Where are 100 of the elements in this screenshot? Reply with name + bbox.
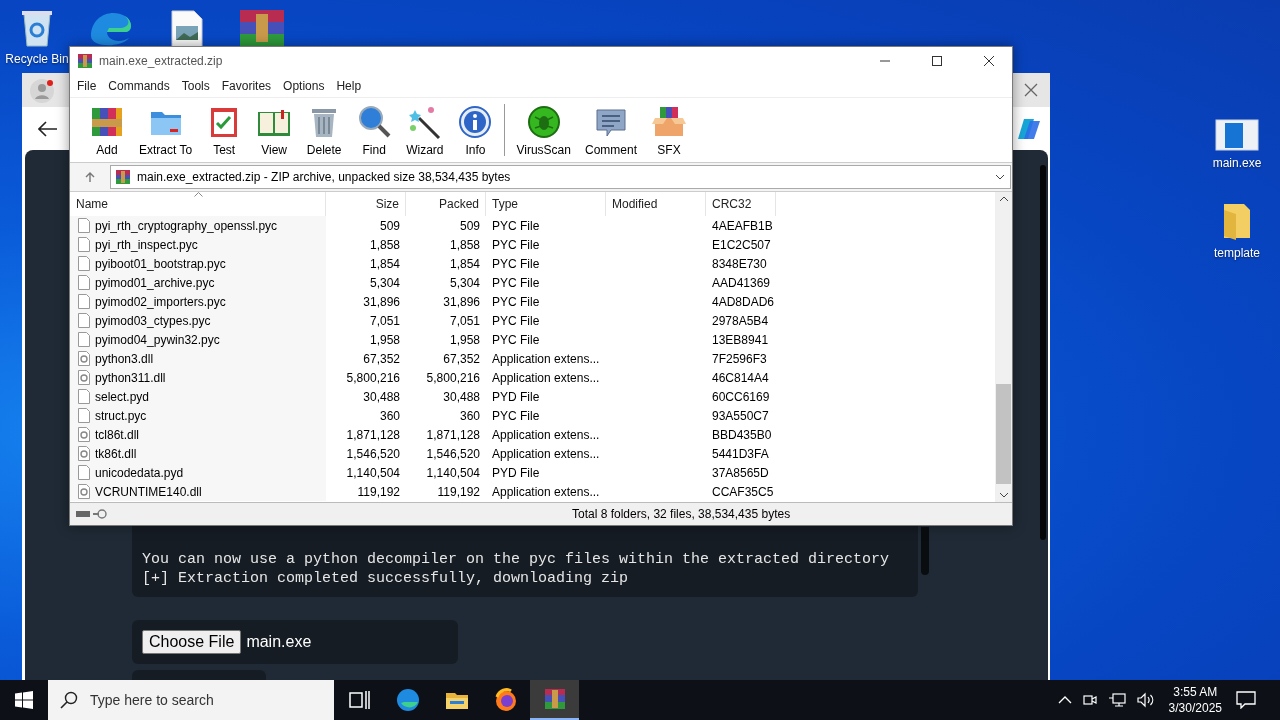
scrollbar[interactable]: [1040, 165, 1046, 540]
table-cell-text: 60CC6169: [711, 388, 771, 406]
copilot-icon[interactable]: [1016, 116, 1042, 141]
scrollbar[interactable]: [995, 192, 1012, 502]
taskbar-app-button[interactable]: [530, 680, 579, 720]
chevron-up-icon[interactable]: [1057, 695, 1072, 705]
table-cell-text: 509: [378, 217, 401, 235]
column-header[interactable]: CRC32: [706, 192, 776, 216]
info-icon: [457, 103, 494, 140]
table-cell-text: PYC File: [491, 312, 541, 330]
file-name[interactable]: tk86t.dll: [95, 446, 137, 461]
table-cell-text: PYD File: [491, 464, 541, 482]
table-cell-text: BBD435B0: [711, 426, 773, 444]
scrollbar[interactable]: [921, 527, 929, 575]
toolbar-button[interactable]: SFX: [644, 103, 694, 157]
table-cell-text: 46C814A4: [711, 369, 770, 387]
table-cell-text: 1,871,128: [425, 426, 481, 444]
toolbar-button[interactable]: View: [249, 103, 300, 157]
avatar-icon[interactable]: [29, 78, 55, 104]
table-cell-text: 1,958: [368, 331, 401, 349]
column-header[interactable]: Packed: [406, 192, 486, 216]
up-arrow-icon[interactable]: [84, 171, 96, 183]
table-cell-text: 1,958: [448, 331, 481, 349]
toolbar-button[interactable]: VirusScan: [509, 103, 578, 157]
menu-item[interactable]: Favorites: [221, 79, 272, 93]
table-cell-text: 1,140,504: [425, 464, 481, 482]
table-cell-text: PYC File: [491, 331, 541, 349]
table-cell-text: 1,858: [448, 236, 481, 254]
search-field[interactable]: Type here to search: [48, 680, 334, 720]
file-name[interactable]: struct.pyc: [95, 408, 147, 423]
windows-start-icon[interactable]: [15, 691, 33, 709]
magnifier-icon: [356, 103, 393, 140]
column-header[interactable]: Type: [486, 192, 606, 216]
scroll-down-icon[interactable]: [998, 492, 1009, 498]
menu-item[interactable]: Commands: [108, 79, 170, 93]
table-cell-text: PYD File: [491, 388, 541, 406]
table-cell-text: CCAF35C5: [711, 483, 775, 501]
scroll-up-icon[interactable]: [998, 196, 1009, 202]
table-cell-text: 1,854: [368, 255, 401, 273]
table-cell-text: 509: [458, 217, 481, 235]
toolbar-button[interactable]: Extract To: [132, 103, 200, 157]
menu-item[interactable]: Tools: [181, 79, 210, 93]
clock-time[interactable]: 3:55 AM: [1173, 684, 1218, 700]
table-cell-text: 4AD8DAD6: [711, 293, 776, 311]
table-cell-text: 30,488: [362, 388, 401, 406]
table-cell-text: Application extens...: [491, 483, 601, 501]
table-cell-text: PYC File: [491, 293, 541, 311]
file-name[interactable]: select.pyd: [95, 389, 150, 404]
menu-item[interactable]: Help: [336, 79, 362, 93]
table-cell-text: 1,140,504: [345, 464, 401, 482]
close-icon[interactable]: [983, 55, 995, 67]
table-cell-text: 37A8565D: [711, 464, 770, 482]
address-field[interactable]: main.exe_extracted.zip - ZIP archive, unpacked size 38,534,435 bytes: [110, 165, 1011, 189]
network-icon[interactable]: [1107, 692, 1126, 708]
table-cell-text: 30,488: [442, 388, 481, 406]
clock-date[interactable]: 3/30/2025: [1168, 700, 1222, 716]
choose-file-button[interactable]: Choose File: [142, 630, 242, 654]
terminal-line: [+] Extraction completed successfully, downloading zip: [142, 569, 630, 588]
table-cell-text: 5441D3FA: [711, 445, 770, 463]
table-cell-text: PYC File: [491, 255, 541, 273]
camera-icon[interactable]: [1081, 692, 1098, 708]
toolbar-button[interactable]: Comment: [577, 103, 644, 157]
toolbar-button[interactable]: Wizard: [399, 103, 451, 157]
column-header[interactable]: Modified: [606, 192, 706, 216]
column-header[interactable]: Size: [326, 192, 406, 216]
table-cell-text: 67,352: [442, 350, 481, 368]
maximize-icon[interactable]: [931, 55, 943, 67]
notification-icon[interactable]: [1236, 691, 1256, 709]
toolbar-button[interactable]: Add: [82, 103, 132, 157]
volume-icon[interactable]: [1135, 692, 1154, 708]
table-cell-text: 5,800,216: [345, 369, 401, 387]
dropdown-caret-icon[interactable]: [995, 174, 1005, 180]
table-cell-text: 2978A5B4: [711, 312, 770, 330]
status-text: Total 8 folders, 32 files, 38,534,435 bytes: [572, 507, 791, 521]
table-cell-text: 360: [458, 407, 481, 425]
toolbar-button[interactable]: Delete: [299, 103, 350, 157]
menu-item[interactable]: File: [77, 79, 97, 93]
archive-books-icon[interactable]: [238, 8, 286, 48]
table-cell-text: 31,896: [442, 293, 481, 311]
table-cell-text: 7,051: [368, 312, 401, 330]
table-cell-text: 1,546,520: [345, 445, 401, 463]
search-icon: [60, 691, 78, 709]
window-title: main.exe_extracted.zip: [99, 54, 223, 68]
menu-item[interactable]: Options: [283, 79, 325, 93]
file-name[interactable]: tcl86t.dll: [95, 427, 140, 442]
archive-books-icon: [115, 169, 131, 185]
table-cell-text: PYC File: [491, 236, 541, 254]
file-name[interactable]: python3.dll: [95, 351, 154, 366]
table-cell-text: 119,192: [356, 483, 401, 501]
table-cell-text: 4AEAFB1B: [711, 217, 774, 235]
table-cell-text: PYC File: [491, 274, 541, 292]
toolbar-button[interactable]: Info: [450, 103, 501, 157]
archive-books-icon: [77, 53, 93, 69]
toolbar-button[interactable]: Find: [349, 103, 400, 157]
back-arrow-icon[interactable]: [38, 120, 58, 137]
table-cell-text: Application extens...: [491, 369, 601, 387]
terminal-line: You can now use a python decompiler on the pyc files within the extracted directory: [142, 550, 891, 569]
toolbar-button[interactable]: Test: [199, 103, 250, 157]
table-cell-text: Application extens...: [491, 426, 601, 444]
file-name: main.exe: [246, 633, 312, 651]
